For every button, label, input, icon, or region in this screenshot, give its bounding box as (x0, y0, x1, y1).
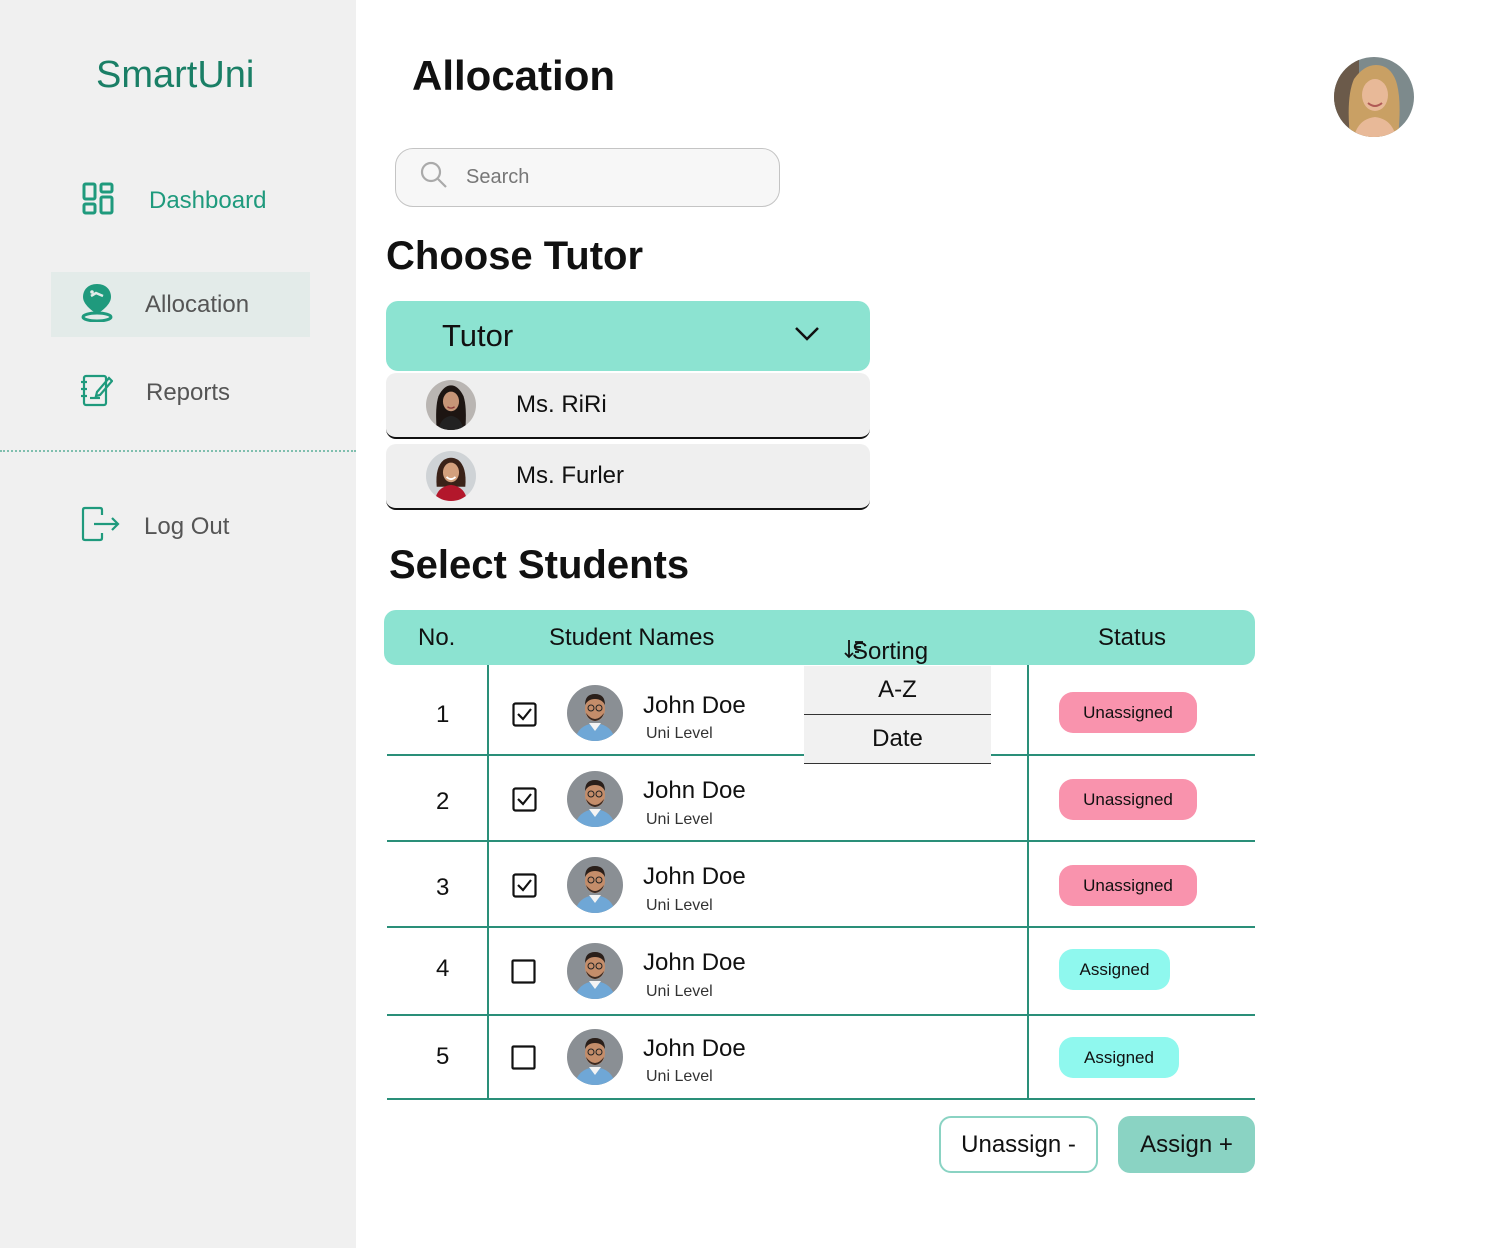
sidebar-divider (0, 450, 356, 452)
sidebar-item-label: Allocation (145, 290, 250, 318)
avatar (567, 771, 623, 827)
status-badge: Assigned (1059, 949, 1170, 990)
logout-icon (80, 505, 120, 548)
student-name: John Doe (643, 692, 746, 719)
dashboard-grid-icon (82, 182, 115, 220)
avatar (567, 857, 623, 913)
tutor-dropdown[interactable]: Tutor (386, 301, 870, 371)
status-badge: Unassigned (1059, 692, 1197, 733)
avatar (567, 1029, 623, 1085)
unassign-button[interactable]: Unassign - (939, 1116, 1098, 1173)
notebook-edit-icon (80, 372, 114, 413)
sidebar-item-allocation[interactable]: Allocation (51, 272, 310, 337)
tutor-name: Ms. RiRi (516, 391, 607, 418)
student-name: John Doe (643, 863, 746, 890)
sidebar: SmartUni Dashboard Allocation Reports Lo… (0, 0, 356, 1248)
choose-tutor-title: Choose Tutor (386, 234, 644, 278)
status-badge: Unassigned (1059, 779, 1197, 820)
table-row: 3 John Doe Uni Level Unassigned (387, 841, 1255, 926)
location-pin-icon (79, 282, 115, 327)
row-number: 2 (436, 788, 450, 815)
row-checkbox[interactable] (512, 702, 537, 732)
assign-button[interactable]: Assign + (1118, 1116, 1255, 1173)
select-students-title: Select Students (389, 543, 690, 587)
column-header-names: Student Names (549, 624, 715, 651)
student-level: Uni Level (646, 725, 713, 742)
row-number: 3 (436, 874, 450, 901)
sort-option-az[interactable]: A-Z (804, 666, 991, 715)
student-level: Uni Level (646, 1068, 713, 1085)
row-divider (387, 1098, 1255, 1100)
avatar (426, 380, 476, 430)
chevron-down-icon (794, 326, 820, 347)
sorting-label: Sorting (852, 638, 929, 665)
row-number: 5 (436, 1043, 450, 1070)
sorting-menu: A-Z Date (804, 666, 991, 764)
search-bar[interactable] (395, 148, 780, 207)
sidebar-item-reports[interactable]: Reports (80, 372, 230, 413)
user-avatar[interactable] (1334, 57, 1414, 137)
avatar (567, 685, 623, 741)
search-icon (420, 161, 448, 194)
logout-button[interactable]: Log Out (80, 505, 229, 548)
student-level: Uni Level (646, 983, 713, 1000)
search-input[interactable] (466, 166, 746, 189)
row-checkbox[interactable] (511, 959, 536, 989)
logout-label: Log Out (144, 512, 230, 540)
table-row: 5 John Doe Uni Level Assigned (387, 1015, 1255, 1098)
status-badge: Assigned (1059, 1037, 1179, 1078)
status-badge: Unassigned (1059, 865, 1197, 906)
column-header-no: No. (418, 624, 456, 651)
students-table-header: No. Student Names Sorting Status (384, 610, 1255, 665)
avatar (567, 943, 623, 999)
row-checkbox[interactable] (511, 1045, 536, 1075)
tutor-option-riri[interactable]: Ms. RiRi (386, 373, 870, 439)
tutor-name: Ms. Furler (516, 462, 624, 489)
sort-option-date[interactable]: Date (804, 715, 991, 764)
student-name: John Doe (643, 1035, 746, 1062)
sidebar-item-label: Reports (146, 378, 231, 406)
table-row: 4 John Doe Uni Level Assigned (387, 927, 1255, 1014)
row-checkbox[interactable] (512, 873, 537, 903)
student-level: Uni Level (646, 897, 713, 914)
column-header-status: Status (1098, 624, 1167, 651)
tutor-dropdown-label: Tutor (442, 318, 514, 353)
row-number: 4 (436, 955, 450, 982)
avatar (426, 451, 476, 501)
row-number: 1 (436, 701, 450, 728)
student-name: John Doe (643, 949, 746, 976)
sidebar-item-label: Dashboard (149, 187, 267, 214)
brand-logo: SmartUni (96, 54, 255, 96)
tutor-option-furler[interactable]: Ms. Furler (386, 444, 870, 510)
student-level: Uni Level (646, 811, 713, 828)
page-title: Allocation (412, 52, 616, 99)
row-checkbox[interactable] (512, 787, 537, 817)
sidebar-item-dashboard[interactable]: Dashboard (82, 182, 266, 220)
table-row: 2 John Doe Uni Level Unassigned (387, 755, 1255, 840)
student-name: John Doe (643, 777, 746, 804)
